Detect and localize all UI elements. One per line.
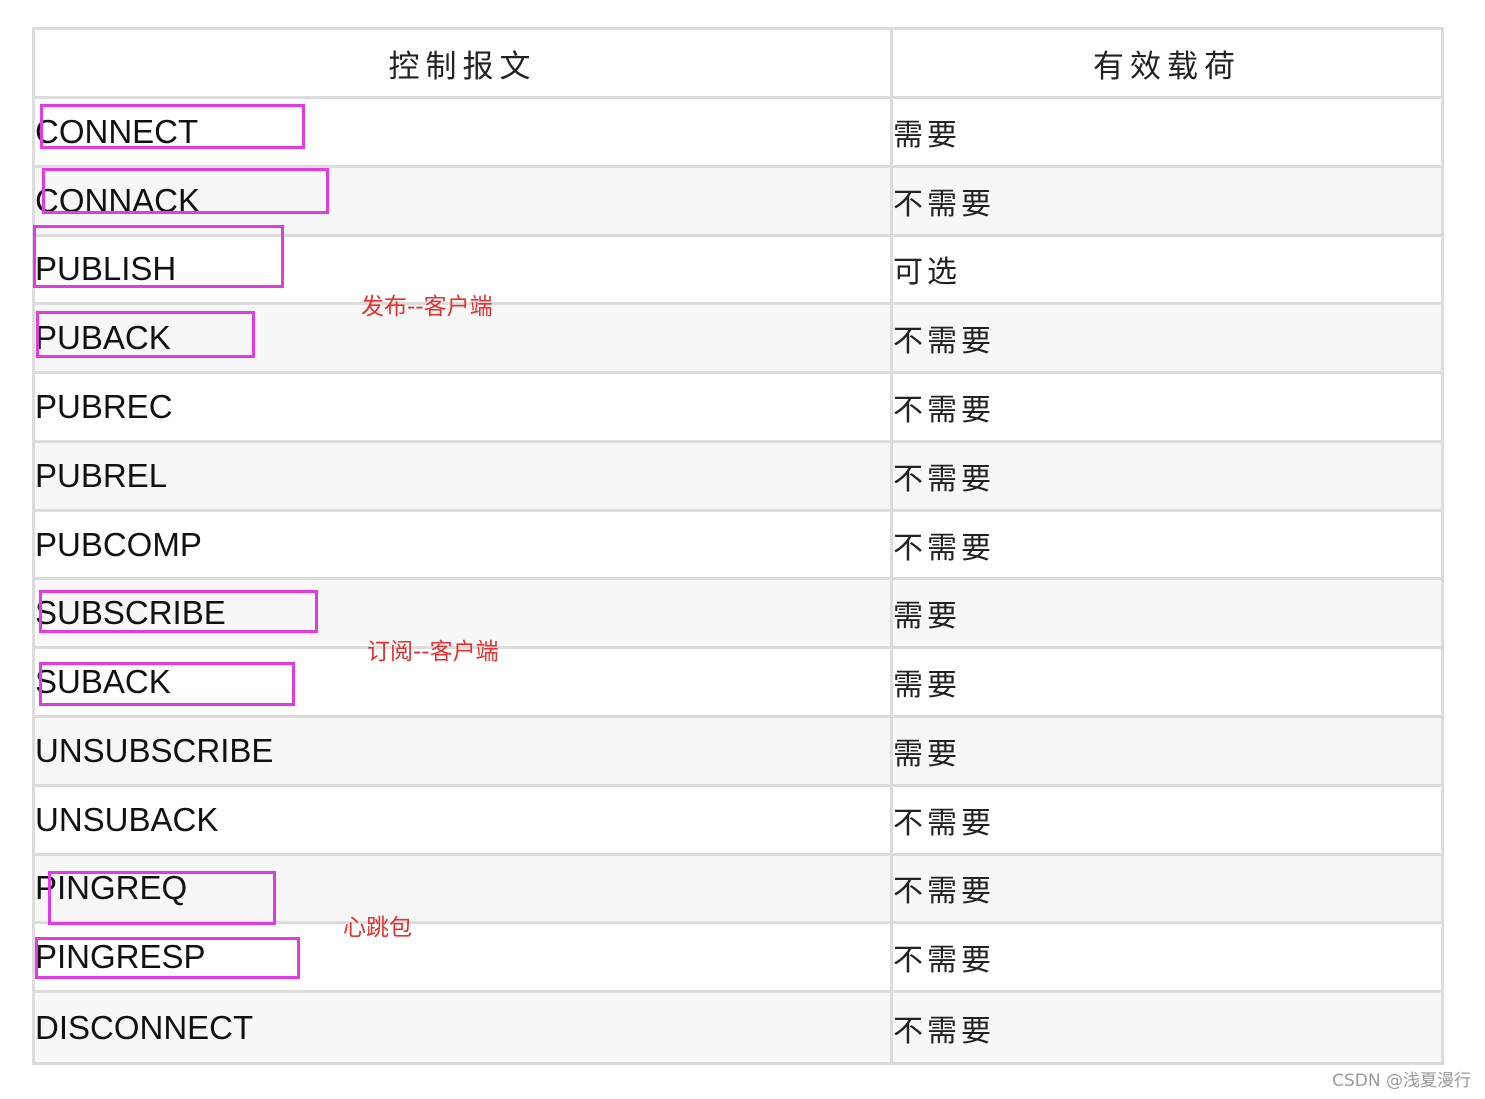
csdn-watermark: CSDN @浅夏漫行	[1332, 1071, 1471, 1091]
message-name: CONNACK	[35, 167, 893, 237]
payload-value: 需要	[893, 580, 1441, 650]
table-row: UNSUBACK 不需要	[35, 786, 1441, 856]
table-header-row: 控制报文 有效载荷	[35, 30, 1441, 99]
table-row: DISCONNECT 不需要	[35, 993, 1441, 1062]
message-name: CONNECT	[35, 99, 893, 168]
table-row: PUBREC 不需要	[35, 374, 1441, 443]
payload-value: 不需要	[893, 786, 1441, 856]
payload-value: 不需要	[893, 855, 1441, 925]
message-name: PUBREL	[35, 442, 893, 512]
payload-value: 不需要	[893, 374, 1441, 443]
table-row: SUBSCRIBE 需要	[35, 580, 1441, 650]
payload-value: 不需要	[893, 167, 1441, 237]
payload-value: 需要	[893, 649, 1441, 719]
mqtt-message-table-container: 控制报文 有效载荷 CONNECT 需要 CONNACK 不需要 PUBLISH…	[32, 27, 1444, 1065]
heartbeat-note: 心跳包	[343, 915, 412, 941]
table-row: PUBLISH 可选	[35, 236, 1441, 306]
header-payload: 有效载荷	[893, 30, 1441, 99]
message-name: PINGREQ	[35, 855, 893, 925]
message-name: PUBCOMP	[35, 511, 893, 581]
table-row: SUBACK 需要	[35, 649, 1441, 719]
payload-value: 可选	[893, 236, 1441, 306]
publish-client-note: 发布--客户端	[361, 294, 493, 320]
message-name: UNSUBSCRIBE	[35, 718, 893, 787]
message-name: UNSUBACK	[35, 786, 893, 856]
payload-value: 不需要	[893, 305, 1441, 375]
header-control-message: 控制报文	[35, 30, 893, 99]
table-row: PUBACK 不需要	[35, 305, 1441, 375]
table-row: UNSUBSCRIBE 需要	[35, 718, 1441, 787]
table-row: PINGRESP 不需要	[35, 924, 1441, 994]
table-row: PUBCOMP 不需要	[35, 511, 1441, 581]
table-row: PUBREL 不需要	[35, 442, 1441, 512]
payload-value: 不需要	[893, 511, 1441, 581]
table-row: CONNECT 需要	[35, 99, 1441, 168]
payload-value: 需要	[893, 718, 1441, 787]
subscribe-client-note: 订阅--客户端	[367, 639, 499, 665]
mqtt-message-table: 控制报文 有效载荷 CONNECT 需要 CONNACK 不需要 PUBLISH…	[35, 30, 1441, 1062]
payload-value: 不需要	[893, 924, 1441, 994]
message-name: PINGRESP	[35, 924, 893, 994]
payload-value: 不需要	[893, 993, 1441, 1062]
message-name: DISCONNECT	[35, 993, 893, 1062]
message-name: PUBREC	[35, 374, 893, 443]
payload-value: 需要	[893, 99, 1441, 168]
payload-value: 不需要	[893, 442, 1441, 512]
table-row: CONNACK 不需要	[35, 167, 1441, 237]
table-row: PINGREQ 不需要	[35, 855, 1441, 925]
